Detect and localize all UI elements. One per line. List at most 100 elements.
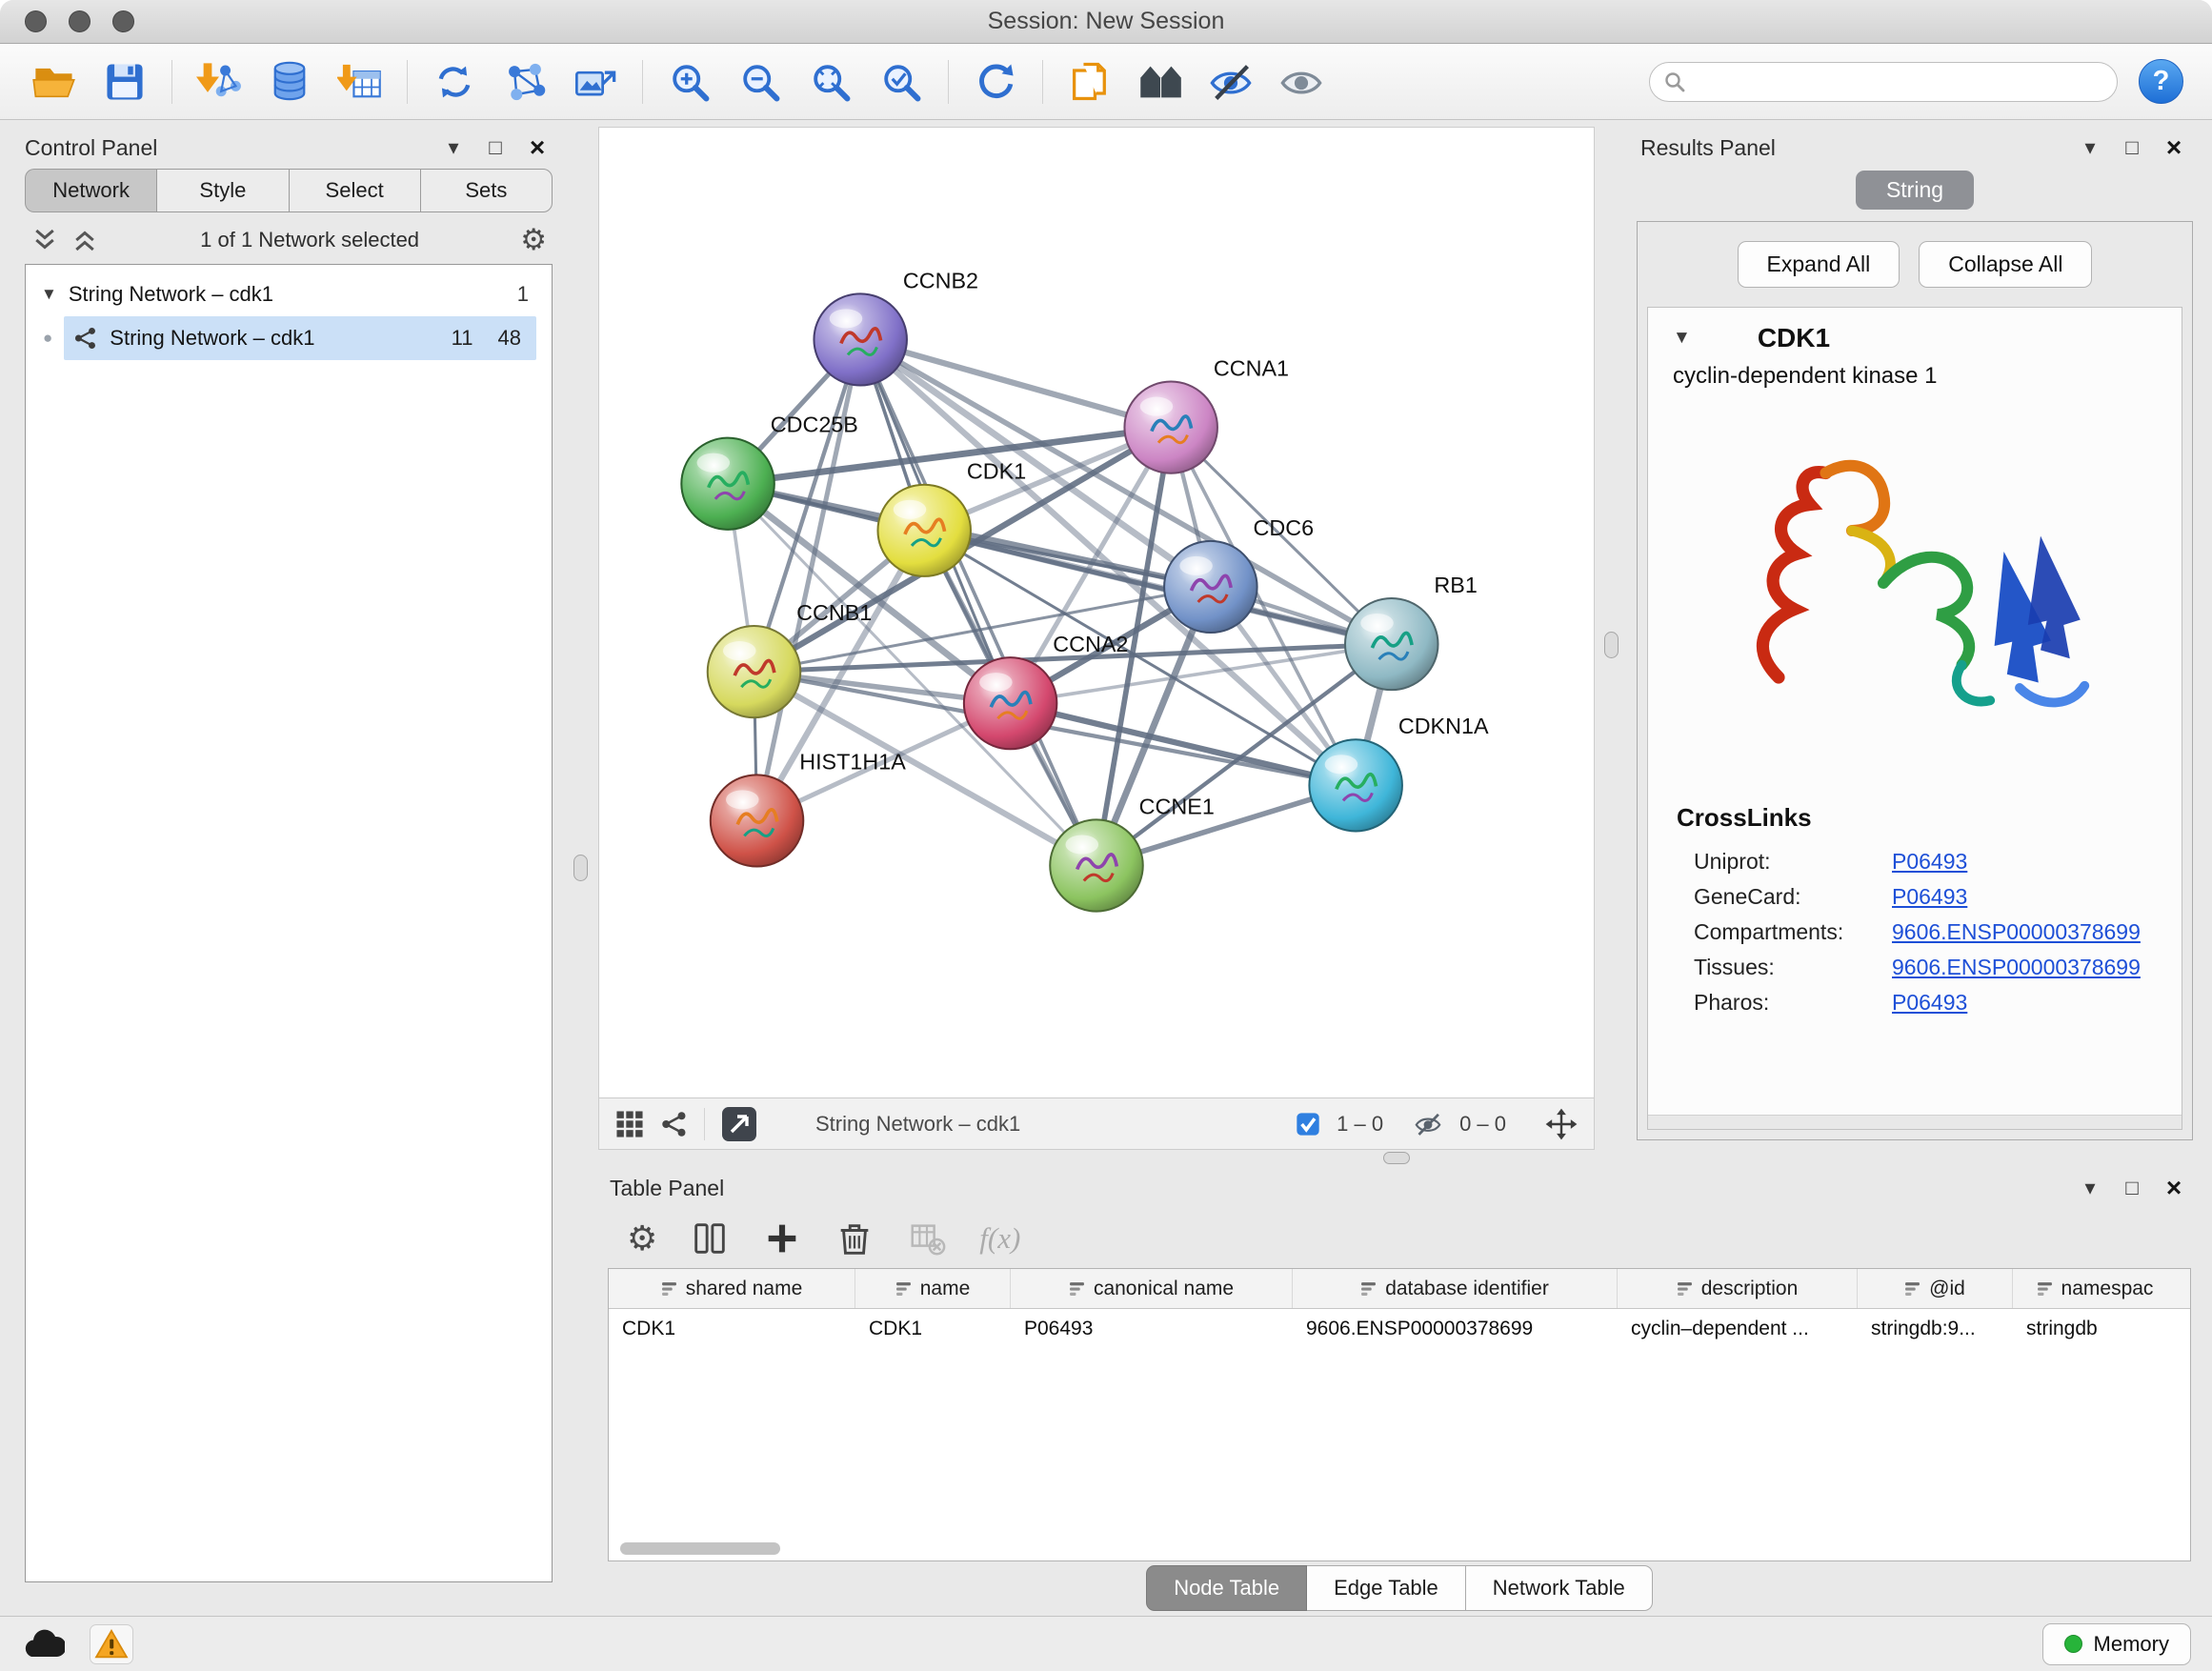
network-collection-row[interactable]: ▼ String Network – cdk1 1 [26,272,552,316]
splitter-handle[interactable] [1604,632,1619,658]
collapse-all-chevrons-icon[interactable] [70,226,99,254]
network-row[interactable]: ● String Network – cdk1 11 48 [26,316,552,360]
close-panel-icon[interactable]: × [2159,134,2189,161]
zoom-window-icon[interactable] [112,10,134,32]
zoom-out-button[interactable] [727,51,794,112]
crosslink-link[interactable]: P06493 [1892,849,1967,875]
search-input[interactable] [1694,70,2103,94]
clone-network-button[interactable] [421,51,488,112]
import-table-file-button[interactable] [327,51,393,112]
save-icon [102,59,148,105]
column-icon [661,1280,677,1297]
gene-description: cyclin-dependent kinase 1 [1648,359,2182,390]
network-graph-icon [502,59,548,105]
help-button[interactable]: ? [2139,59,2183,104]
close-panel-icon[interactable]: × [522,134,553,161]
tab-network-table[interactable]: Network Table [1466,1565,1653,1611]
refresh-layout-button[interactable] [962,51,1029,112]
expand-all-button[interactable]: Expand All [1738,241,1900,288]
memory-button[interactable]: Memory [2042,1623,2191,1665]
close-window-icon[interactable] [25,10,47,32]
minimize-window-icon[interactable] [69,10,90,32]
column-header-canonical-name[interactable]: canonical name [1011,1269,1293,1308]
pan-move-icon[interactable] [1544,1107,1579,1141]
column-header-shared-name[interactable]: shared name [609,1269,855,1308]
birds-eye-grid-icon[interactable] [614,1109,645,1139]
open-session-button[interactable] [21,51,88,112]
show-columns-button[interactable] [690,1218,730,1258]
tab-node-table[interactable]: Node Table [1146,1565,1307,1611]
first-neighbors-button[interactable] [1127,51,1194,112]
tree-expander-icon[interactable]: ▼ [41,285,57,304]
crosslink-link[interactable]: P06493 [1892,884,1967,910]
traffic-lights [25,10,134,32]
hor izontal-scrollbar[interactable] [620,1542,780,1555]
tab-network[interactable]: Network [25,169,156,212]
warning-button[interactable] [90,1624,133,1664]
column-header-id[interactable]: @id [1858,1269,2013,1308]
column-header-name[interactable]: name [855,1269,1011,1308]
import-network-file-button[interactable] [186,51,252,112]
collapse-all-button[interactable]: Collapse All [1919,241,2092,288]
warning-icon [94,1629,129,1660]
column-icon [1677,1280,1693,1297]
copy-document-button[interactable] [1056,51,1123,112]
collection-label: String Network – cdk1 [69,282,273,307]
collapse-panel-icon[interactable]: ▾ [2075,137,2105,158]
gear-icon[interactable]: ⚙ [520,225,547,254]
network-edge[interactable] [860,339,1096,865]
column-label: name [920,1278,971,1300]
hide-selected-button[interactable] [1197,51,1264,112]
zoom-fit-button[interactable] [797,51,864,112]
tab-style[interactable]: Style [156,169,288,212]
tab-select[interactable]: Select [289,169,420,212]
column-label: canonical name [1094,1278,1234,1300]
tab-sets[interactable]: Sets [420,169,553,212]
expand-all-chevrons-icon[interactable] [30,226,59,254]
close-panel-icon[interactable]: × [2159,1175,2189,1201]
show-all-button[interactable] [1268,51,1335,112]
add-column-button[interactable] [762,1218,802,1258]
network-view-toolbar: String Network – cdk1 1 – 0 0 – 0 [599,1097,1594,1149]
float-panel-icon[interactable]: □ [2117,1178,2147,1198]
save-session-button[interactable] [91,51,158,112]
column-header-description[interactable]: description [1618,1269,1858,1308]
toolbar-search [1649,62,2118,102]
import-network-database-button[interactable] [256,51,323,112]
bottom-splitter[interactable] [598,1150,2201,1167]
splitter-handle[interactable] [1383,1152,1410,1164]
cell-canonical-name: P06493 [1011,1309,1293,1349]
crosslink-link[interactable]: 9606.ENSP00000378699 [1892,919,2141,945]
gene-expander-icon[interactable]: ▼ [1673,328,1691,349]
zoom-selected-button[interactable] [868,51,935,112]
network-overview-icon[interactable] [660,1110,689,1138]
table-row[interactable]: CDK1 CDK1 P06493 9606.ENSP00000378699 cy… [609,1309,2190,1349]
network-canvas[interactable]: CCNB2CCNA1CDC25BCDK1CDC6RB1CCNB1CCNA2CDK… [599,128,1594,1097]
collapse-panel-icon[interactable]: ▾ [2075,1178,2105,1198]
function-builder-button[interactable]: f(x) [979,1221,1020,1256]
float-panel-icon[interactable]: □ [480,137,511,158]
column-header-database-identifier[interactable]: database identifier [1293,1269,1618,1308]
left-splitter[interactable] [564,121,598,1615]
delete-table-button[interactable] [907,1218,947,1258]
column-header-namespace[interactable]: namespac [2013,1269,2177,1308]
export-image-button[interactable] [562,51,629,112]
collapse-panel-icon[interactable]: ▾ [438,137,469,158]
new-network-button[interactable] [492,51,558,112]
fit-content-button[interactable] [720,1105,758,1143]
column-label: shared name [686,1278,803,1300]
splitter-handle[interactable] [573,855,588,881]
crosslink-link[interactable]: 9606.ENSP00000378699 [1892,955,2141,980]
float-panel-icon[interactable]: □ [2117,137,2147,158]
string-tab[interactable]: String [1856,171,1974,210]
right-splitter[interactable] [1595,127,1629,1150]
cloud-icon[interactable] [21,1628,65,1661]
zoom-in-button[interactable] [656,51,723,112]
statusbar: Memory [0,1616,2212,1671]
delete-column-button[interactable] [835,1218,875,1258]
results-scrollbar[interactable] [1648,1115,2182,1129]
crosslink-link[interactable]: P06493 [1892,990,1967,1016]
tab-edge-table[interactable]: Edge Table [1307,1565,1466,1611]
table-settings-button[interactable]: ⚙ [627,1221,657,1256]
cell-shared-name: CDK1 [609,1309,855,1349]
